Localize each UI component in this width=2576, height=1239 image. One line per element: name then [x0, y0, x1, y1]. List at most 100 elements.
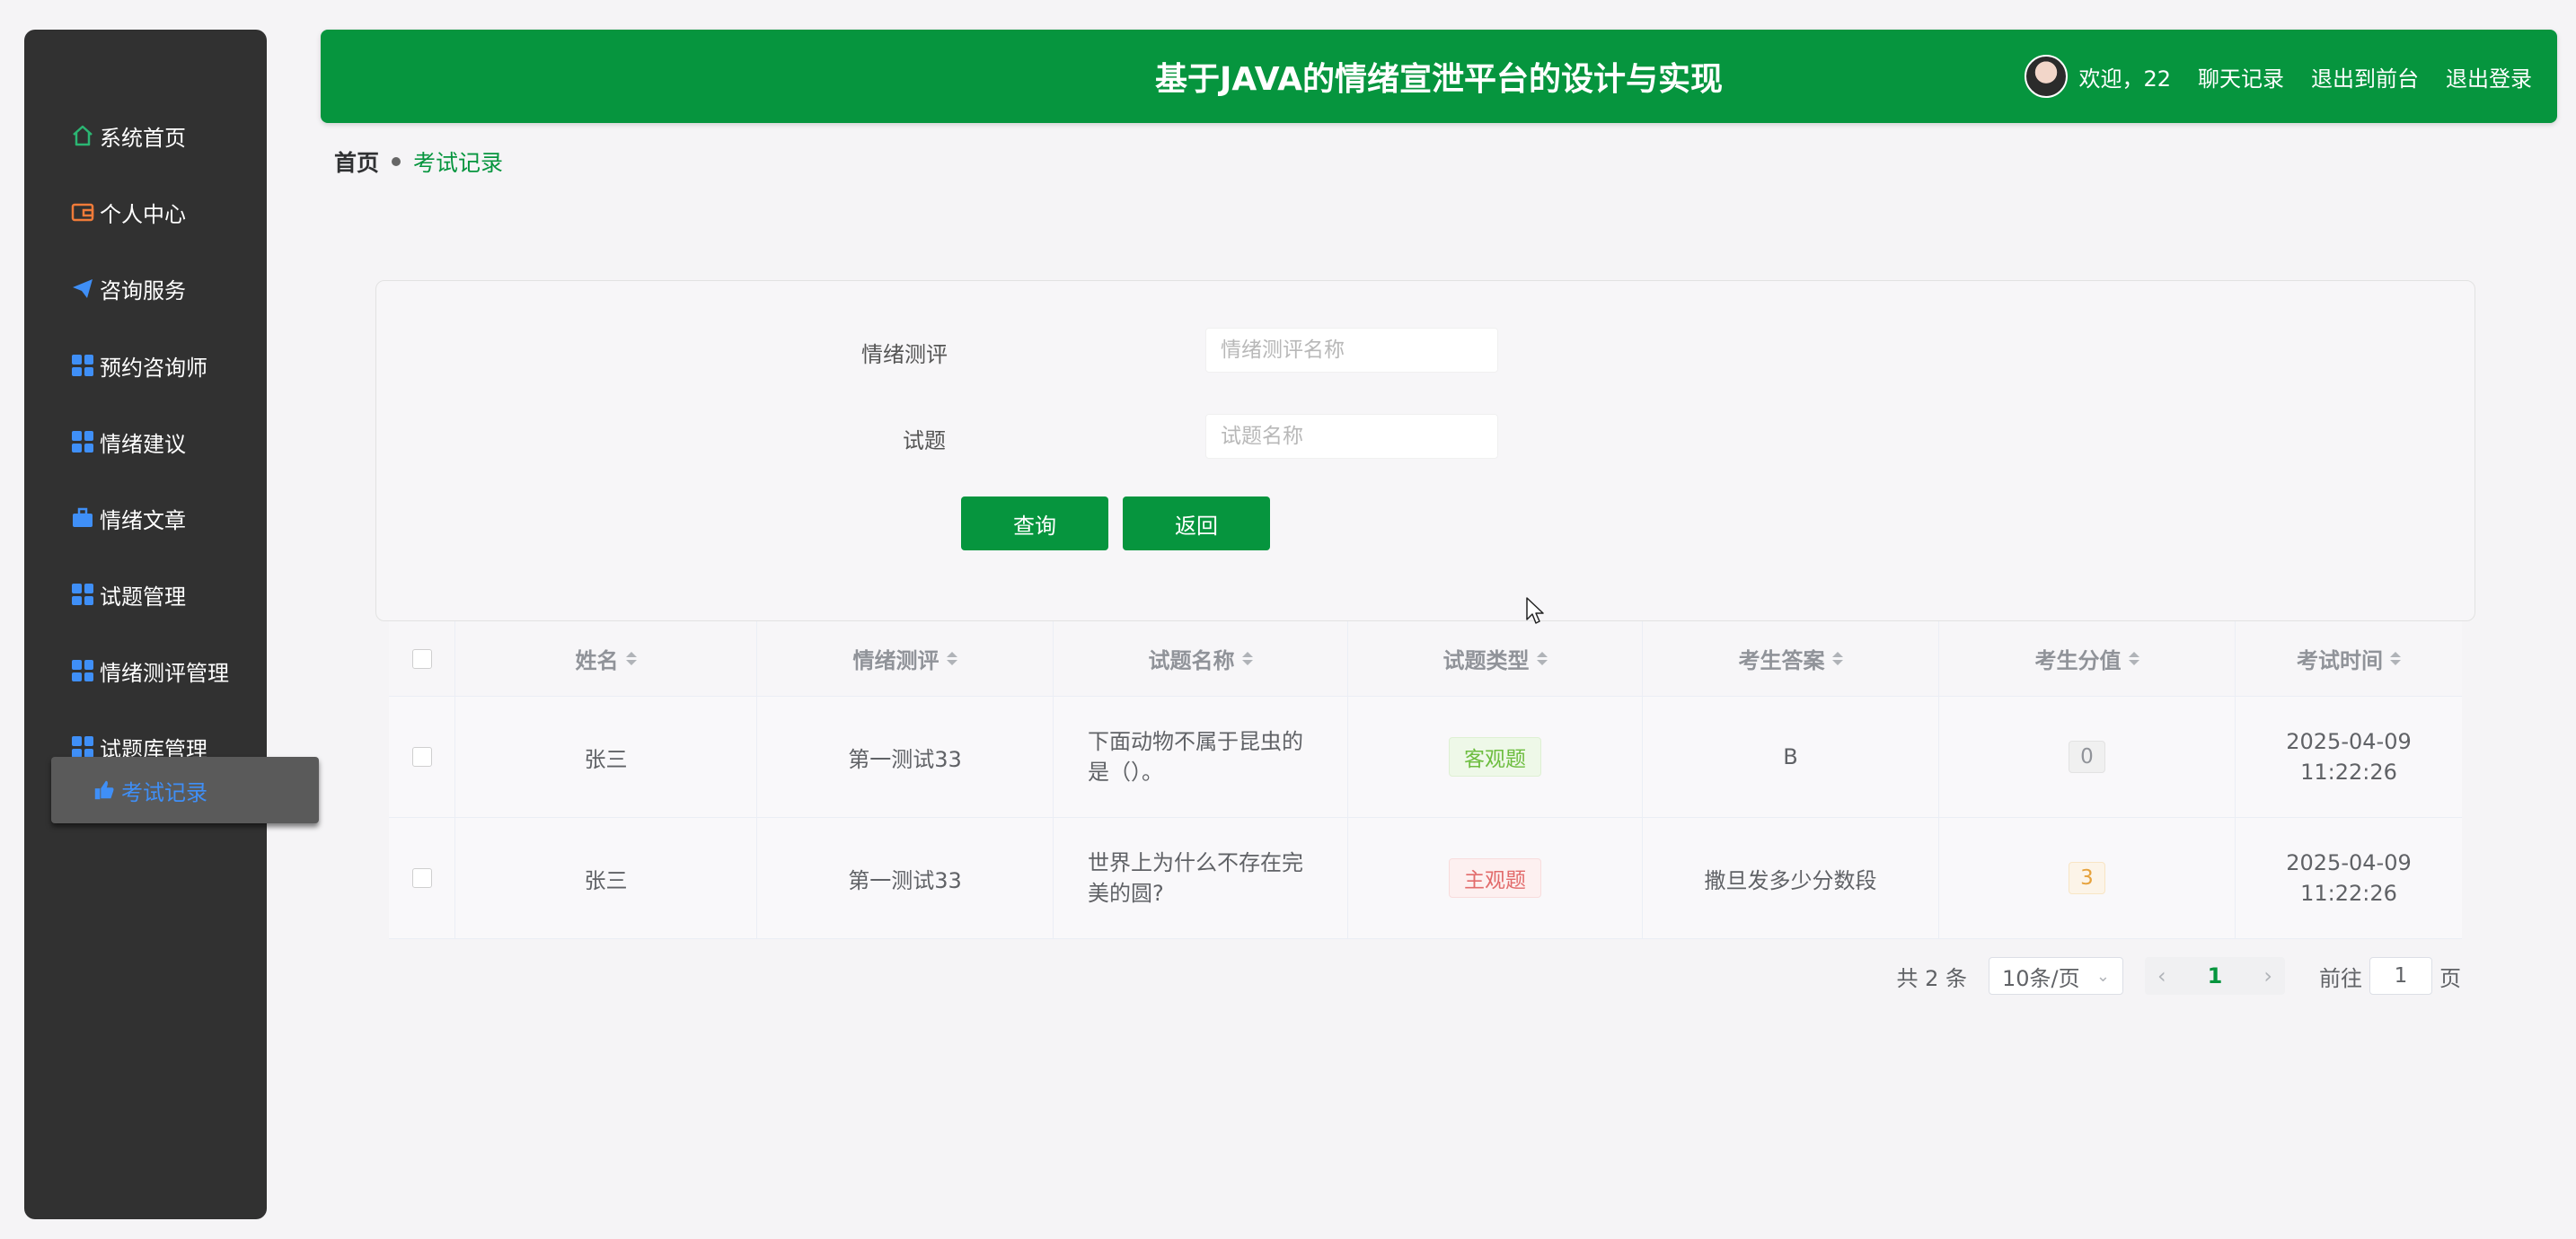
pager: ‹ 1 › — [2145, 957, 2285, 995]
goto-page-input[interactable] — [2369, 957, 2432, 995]
select-all-cell — [389, 621, 455, 696]
score-badge: 3 — [2069, 862, 2105, 894]
sidebar-item-label: 试题管理 — [100, 584, 186, 610]
page-size-select[interactable]: 10条/页 ⌄ — [1989, 957, 2123, 995]
sidebar-item-label: 预约咨询师 — [100, 355, 207, 381]
sidebar-item-emotion-articles[interactable]: 情绪文章 — [69, 496, 186, 540]
row-checkbox[interactable] — [411, 868, 432, 888]
sort-icon[interactable] — [1241, 652, 1253, 665]
page-number[interactable]: 1 — [2208, 963, 2223, 989]
home-icon — [69, 122, 96, 149]
page-suffix: 页 — [2439, 965, 2461, 991]
column-header-answer[interactable]: 考生答案 — [1643, 621, 1939, 696]
column-header-name[interactable]: 姓名 — [455, 621, 757, 696]
sidebar: 系统首页 个人中心 咨询服务 预约咨询师 情绪建议 情绪文章 试题管理 情绪测评… — [24, 30, 319, 1219]
sidebar-item-label: 考试记录 — [121, 779, 207, 805]
breadcrumb-home[interactable]: 首页 — [334, 145, 379, 178]
cell-answer: B — [1643, 697, 1939, 817]
cell-assessment: 第一测试33 — [757, 697, 1054, 817]
chat-records-link[interactable]: 聊天记录 — [2198, 61, 2284, 92]
sort-icon[interactable] — [946, 652, 957, 665]
table-row[interactable]: 张三 第一测试33 下面动物不属于昆虫的是（）。 客观题 B 0 2025-04… — [389, 697, 2462, 818]
sort-icon[interactable] — [2390, 652, 2401, 665]
sort-icon[interactable] — [1831, 652, 1843, 665]
row-checkbox[interactable] — [411, 747, 432, 767]
briefcase-icon — [69, 505, 96, 532]
cell-question: 世界上为什么不存在完美的圆? — [1054, 818, 1348, 938]
column-header-type[interactable]: 试题类型 — [1348, 621, 1643, 696]
cell-time: 2025-04-09 11:22:26 — [2286, 729, 2412, 785]
cell-name: 张三 — [455, 697, 757, 817]
assessment-name-input[interactable] — [1205, 328, 1498, 373]
exit-to-frontend-link[interactable]: 退出到前台 — [2311, 61, 2419, 92]
column-header-score[interactable]: 考生分值 — [1939, 621, 2236, 696]
sidebar-item-assessment-management[interactable]: 情绪测评管理 — [69, 649, 229, 692]
column-header-assessment[interactable]: 情绪测评 — [757, 621, 1054, 696]
cell-question: 下面动物不属于昆虫的是（）。 — [1054, 697, 1348, 817]
goto-label: 前往 — [2319, 965, 2362, 991]
column-header-time[interactable]: 考试时间 — [2236, 621, 2462, 696]
sidebar-item-home[interactable]: 系统首页 — [69, 114, 186, 157]
sort-icon[interactable] — [2128, 652, 2139, 665]
prev-page-icon[interactable]: ‹ — [2157, 963, 2166, 989]
cell-type: 主观题 — [1348, 818, 1643, 938]
sort-icon[interactable] — [1536, 652, 1548, 665]
table-row[interactable]: 张三 第一测试33 世界上为什么不存在完美的圆? 主观题 撒旦发多少分数段 3 … — [389, 818, 2462, 939]
thumbs-up-icon — [91, 777, 118, 804]
sidebar-item-label: 情绪文章 — [100, 507, 186, 533]
cell-type: 客观题 — [1348, 697, 1643, 817]
wallet-icon — [69, 198, 96, 225]
sidebar-item-label: 个人中心 — [100, 201, 186, 227]
row-select-cell — [389, 818, 455, 938]
grid-icon — [69, 657, 96, 684]
search-panel: 情绪测评 试题 查询 返回 — [375, 280, 2475, 621]
sidebar-item-label: 系统首页 — [100, 125, 186, 151]
cell-time: 2025-04-09 11:22:26 — [2286, 850, 2412, 906]
sidebar-item-label: 情绪测评管理 — [100, 660, 229, 686]
total-count: 共 2 条 — [1896, 965, 1967, 991]
sidebar-item-label: 情绪建议 — [100, 431, 186, 457]
header-user-area: 欢迎，22 聊天记录 退出到前台 退出登录 — [2025, 30, 2532, 123]
sort-icon[interactable] — [625, 652, 637, 665]
welcome-text: 欢迎，22 — [2078, 66, 2171, 92]
breadcrumb: 首页 考试记录 — [334, 145, 503, 178]
grid-icon — [69, 581, 96, 608]
grid-icon — [69, 428, 96, 455]
sidebar-item-question-management[interactable]: 试题管理 — [69, 573, 186, 616]
sidebar-item-exam-records[interactable]: 考试记录 — [51, 757, 319, 823]
top-header: 基于JAVA的情绪宣泄平台的设计与实现 欢迎，22 聊天记录 退出到前台 退出登… — [321, 30, 2557, 123]
cell-score: 0 — [1939, 697, 2236, 817]
page-size-value: 10条/页 — [2002, 965, 2080, 991]
breadcrumb-current: 考试记录 — [413, 150, 504, 176]
sidebar-item-personal-center[interactable]: 个人中心 — [69, 190, 186, 233]
grid-icon — [69, 352, 96, 379]
exam-records-table: 姓名 情绪测评 试题名称 试题类型 考生答案 考生分值 考试时间 张三 第一测试… — [389, 621, 2462, 939]
back-button[interactable]: 返回 — [1123, 496, 1270, 550]
paper-plane-icon — [69, 275, 96, 302]
column-header-question[interactable]: 试题名称 — [1054, 621, 1348, 696]
avatar[interactable] — [2025, 55, 2069, 98]
mouse-cursor-icon — [1525, 596, 1545, 628]
question-label: 试题 — [903, 428, 946, 453]
select-all-checkbox[interactable] — [411, 648, 432, 669]
cell-score: 3 — [1939, 818, 2236, 938]
table-header-row: 姓名 情绪测评 试题名称 试题类型 考生答案 考生分值 考试时间 — [389, 621, 2462, 697]
logout-link[interactable]: 退出登录 — [2446, 61, 2532, 92]
sidebar-item-book-counselor[interactable]: 预约咨询师 — [69, 344, 207, 387]
pagination: 共 2 条 10条/页 ⌄ ‹ 1 › 前往 页 — [1896, 957, 2461, 995]
sidebar-item-emotion-advice[interactable]: 情绪建议 — [69, 420, 186, 463]
query-button[interactable]: 查询 — [961, 496, 1108, 550]
next-page-icon[interactable]: › — [2263, 963, 2272, 989]
row-select-cell — [389, 697, 455, 817]
assessment-label: 情绪测评 — [861, 342, 948, 367]
question-name-input[interactable] — [1205, 414, 1498, 459]
score-badge: 0 — [2069, 741, 2105, 773]
sidebar-item-label: 咨询服务 — [100, 277, 186, 303]
cell-answer: 撒旦发多少分数段 — [1643, 818, 1939, 938]
cell-assessment: 第一测试33 — [757, 818, 1054, 938]
cell-name: 张三 — [455, 818, 757, 938]
sidebar-item-consulting[interactable]: 咨询服务 — [69, 267, 186, 310]
type-tag: 主观题 — [1449, 858, 1541, 898]
chevron-down-icon: ⌄ — [2095, 966, 2110, 986]
type-tag: 客观题 — [1449, 737, 1541, 777]
